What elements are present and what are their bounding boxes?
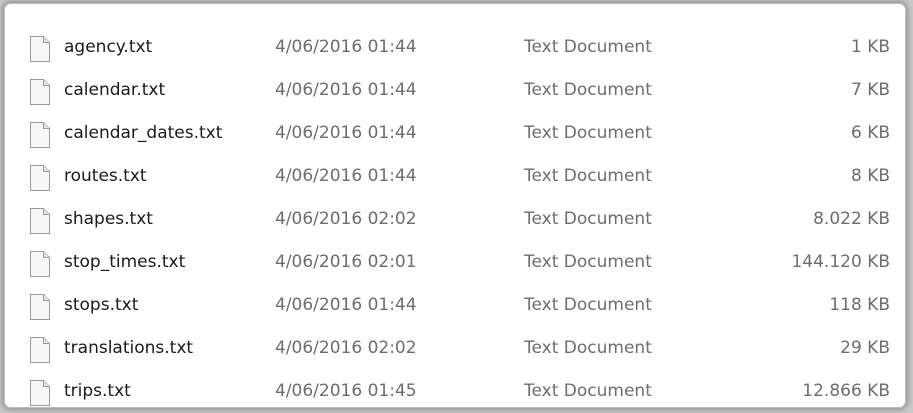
file-row[interactable]: shapes.txt 4/06/2016 02:02 Text Document… (4, 201, 906, 244)
file-size: 118 KB (829, 295, 890, 315)
file-type: Text Document (524, 209, 652, 229)
text-file-icon (28, 207, 52, 235)
file-name: translations.txt (64, 338, 194, 358)
file-explorer-window: agency.txt 4/06/2016 01:44 Text Document… (4, 3, 906, 408)
file-date-modified: 4/06/2016 01:44 (275, 295, 417, 315)
file-type: Text Document (524, 166, 652, 186)
text-file-icon (28, 336, 52, 364)
file-type: Text Document (524, 252, 652, 272)
file-row[interactable]: translations.txt 4/06/2016 02:02 Text Do… (4, 330, 906, 373)
file-row[interactable]: trips.txt 4/06/2016 01:45 Text Document … (4, 373, 906, 408)
file-size: 6 KB (850, 123, 890, 143)
file-size: 8.022 KB (813, 209, 890, 229)
text-file-icon (28, 121, 52, 149)
file-type: Text Document (524, 123, 652, 143)
text-file-icon (28, 164, 52, 192)
file-row[interactable]: stops.txt 4/06/2016 01:44 Text Document … (4, 287, 906, 330)
file-name: stops.txt (64, 295, 139, 315)
file-row[interactable]: routes.txt 4/06/2016 01:44 Text Document… (4, 158, 906, 201)
file-row[interactable]: stop_times.txt 4/06/2016 02:01 Text Docu… (4, 244, 906, 287)
file-date-modified: 4/06/2016 02:02 (275, 209, 417, 229)
file-date-modified: 4/06/2016 01:44 (275, 37, 417, 57)
file-size: 7 KB (850, 80, 890, 100)
text-file-icon (28, 250, 52, 278)
text-file-icon (28, 78, 52, 106)
file-date-modified: 4/06/2016 01:44 (275, 166, 417, 186)
file-name: shapes.txt (64, 209, 153, 229)
file-type: Text Document (524, 80, 652, 100)
text-file-icon (28, 35, 52, 63)
file-type: Text Document (524, 338, 652, 358)
file-row[interactable]: calendar.txt 4/06/2016 01:44 Text Docume… (4, 72, 906, 115)
file-date-modified: 4/06/2016 01:44 (275, 80, 417, 100)
file-date-modified: 4/06/2016 02:02 (275, 338, 417, 358)
file-date-modified: 4/06/2016 01:44 (275, 123, 417, 143)
file-size: 144.120 KB (791, 252, 890, 272)
file-type: Text Document (524, 381, 652, 401)
file-row[interactable]: calendar_dates.txt 4/06/2016 01:44 Text … (4, 115, 906, 158)
text-file-icon (28, 293, 52, 321)
text-file-icon (28, 379, 52, 407)
file-name: agency.txt (64, 37, 153, 57)
file-name: stop_times.txt (64, 252, 186, 272)
file-name: calendar.txt (64, 80, 166, 100)
file-list: agency.txt 4/06/2016 01:44 Text Document… (4, 29, 906, 408)
file-size: 29 KB (840, 338, 890, 358)
file-type: Text Document (524, 37, 652, 57)
file-type: Text Document (524, 295, 652, 315)
file-name: routes.txt (64, 166, 147, 186)
file-size: 1 KB (850, 37, 890, 57)
file-size: 12.866 KB (802, 381, 890, 401)
file-row[interactable]: agency.txt 4/06/2016 01:44 Text Document… (4, 29, 906, 72)
file-date-modified: 4/06/2016 02:01 (275, 252, 417, 272)
file-name: trips.txt (64, 381, 131, 401)
file-size: 8 KB (850, 166, 890, 186)
file-name: calendar_dates.txt (64, 123, 223, 143)
file-date-modified: 4/06/2016 01:45 (275, 381, 417, 401)
